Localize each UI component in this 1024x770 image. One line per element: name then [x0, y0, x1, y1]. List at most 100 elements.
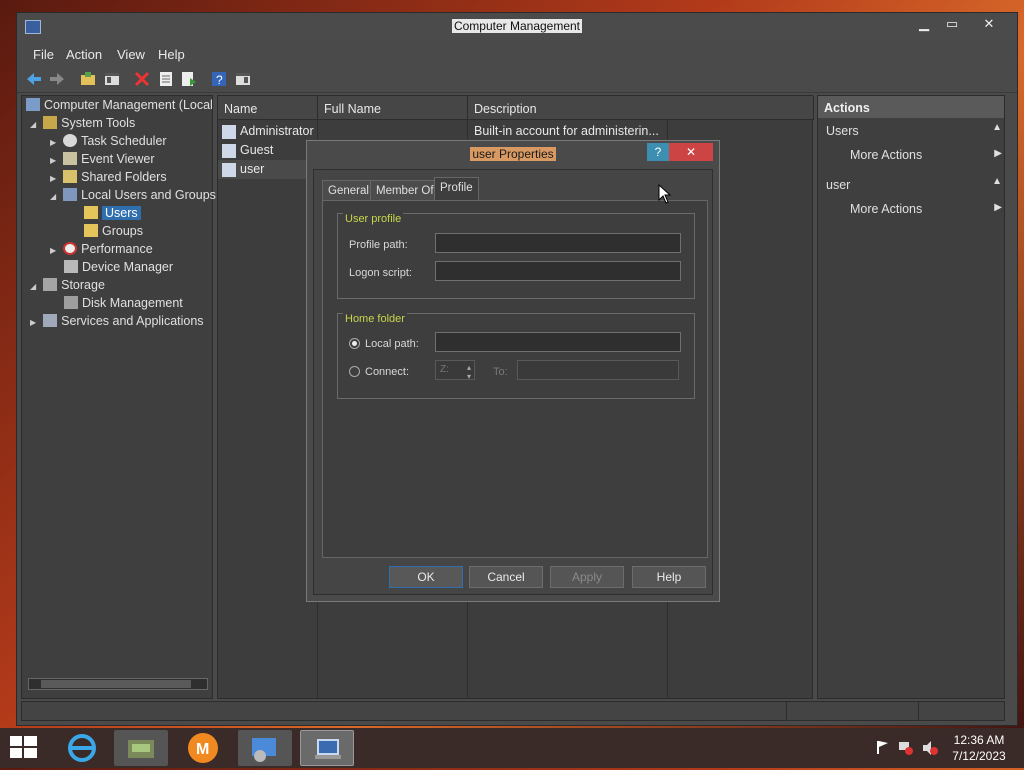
logon-script-label: Logon script:: [349, 267, 412, 279]
svg-text:?: ?: [216, 73, 223, 87]
tree-item-users[interactable]: Users: [84, 206, 152, 224]
scroll-thumb[interactable]: [41, 680, 191, 688]
menu-action[interactable]: Action: [66, 47, 102, 62]
volume-muted-icon[interactable]: [922, 740, 938, 759]
show-hide-action-pane-icon[interactable]: [234, 70, 252, 88]
tree-item-local-users-groups[interactable]: ◢ Local Users and Groups: [50, 188, 216, 206]
collapsed-arrow-icon[interactable]: ▶: [50, 246, 56, 255]
storage-icon: [43, 278, 58, 291]
dialog-close-button[interactable]: ✕: [669, 143, 713, 161]
collapsed-arrow-icon[interactable]: ▶: [50, 156, 56, 165]
clock-time: 12:36 AM: [953, 733, 1005, 747]
logon-script-input[interactable]: [435, 261, 681, 281]
folder-icon: [84, 224, 98, 237]
toolbar: ?: [17, 67, 1017, 93]
actions-section-user[interactable]: user ▲: [826, 176, 1002, 192]
taskbar: M 12:36 AM 7/12/2023: [0, 728, 1024, 768]
list-row-administrator[interactable]: Administrator Built-in account for admin…: [218, 122, 668, 141]
tree-item-system-tools[interactable]: ◢ System Tools: [30, 116, 135, 134]
tab-member-of[interactable]: Member Of: [370, 180, 440, 200]
svg-text:M: M: [196, 741, 209, 758]
expanded-arrow-icon[interactable]: ◢: [30, 120, 36, 129]
maximize-button[interactable]: ▭: [939, 15, 965, 33]
local-path-radio[interactable]: [349, 338, 360, 349]
minimize-button[interactable]: ▁: [911, 15, 937, 33]
user-properties-dialog: user Properties ? ✕ General Member Of Pr…: [306, 140, 720, 602]
device-manager-icon: [64, 260, 78, 273]
title-bar[interactable]: Computer Management ▁ ▭ ✕: [17, 13, 1017, 41]
collapsed-arrow-icon[interactable]: ▶: [50, 138, 56, 147]
dialog-help-button[interactable]: ?: [647, 143, 669, 161]
cancel-button[interactable]: Cancel: [469, 566, 543, 588]
shared-folder-icon: [63, 170, 78, 183]
folder-icon: [84, 206, 98, 219]
clock-icon: [63, 134, 78, 147]
expanded-arrow-icon[interactable]: ◢: [30, 282, 36, 291]
system-clock[interactable]: 12:36 AM 7/12/2023: [946, 732, 1012, 764]
services-icon: [43, 314, 58, 327]
connect-to-input[interactable]: [517, 360, 679, 380]
column-header-description[interactable]: Description: [468, 96, 814, 120]
column-header-name[interactable]: Name: [218, 96, 318, 120]
ok-button[interactable]: OK: [389, 566, 463, 588]
tools-icon: [43, 116, 58, 129]
more-actions-users[interactable]: More Actions ▶: [850, 148, 1002, 162]
apply-button[interactable]: Apply: [550, 566, 624, 588]
connect-radio[interactable]: [349, 366, 360, 377]
start-windows-icon[interactable]: [10, 736, 38, 763]
tree-item-disk-management[interactable]: Disk Management: [64, 296, 183, 314]
back-icon[interactable]: [25, 70, 43, 88]
control-panel-icon[interactable]: [238, 730, 292, 766]
properties-icon[interactable]: [157, 70, 175, 88]
user-profile-legend: User profile: [343, 213, 404, 225]
tree-item-device-manager[interactable]: Device Manager: [64, 260, 173, 278]
help-button[interactable]: Help: [632, 566, 706, 588]
computer-management-taskbar-icon[interactable]: [300, 730, 354, 766]
tree-horizontal-scrollbar[interactable]: [28, 678, 208, 690]
collapse-arrow-icon[interactable]: ▲: [992, 122, 1002, 133]
tree-item-performance[interactable]: ▶ Performance: [50, 242, 153, 260]
tree-item-storage[interactable]: ◢ Storage: [30, 278, 105, 296]
users-group-icon: [63, 188, 78, 201]
console-tree: Computer Management (Local ◢ System Tool…: [21, 95, 216, 699]
show-hide-tree-icon[interactable]: [103, 70, 121, 88]
tab-general[interactable]: General: [322, 180, 375, 200]
tree-item-event-viewer[interactable]: ▶ Event Viewer: [50, 152, 155, 170]
menu-file[interactable]: File: [33, 47, 54, 62]
profile-path-input[interactable]: [435, 233, 681, 253]
performance-icon: [63, 242, 78, 255]
menu-view[interactable]: View: [117, 47, 145, 62]
close-button[interactable]: ✕: [967, 15, 1011, 33]
user-icon: [222, 163, 236, 177]
drive-letter-select[interactable]: Z: ▴ ▾: [435, 360, 475, 381]
collapsed-arrow-icon[interactable]: ▶: [30, 318, 36, 327]
action-center-flag-icon[interactable]: [876, 740, 890, 757]
export-list-icon[interactable]: [180, 70, 198, 88]
delete-icon[interactable]: [133, 70, 151, 88]
spinner-arrows-icon[interactable]: ▴ ▾: [467, 363, 471, 381]
tree-item-groups[interactable]: Groups: [84, 224, 143, 242]
forward-icon[interactable]: [48, 70, 66, 88]
tree-item-services-applications[interactable]: ▶ Services and Applications: [30, 314, 204, 332]
help-icon[interactable]: ?: [210, 70, 228, 88]
actions-header: Actions: [818, 96, 1004, 118]
server-manager-icon[interactable]: [114, 730, 168, 766]
column-header-full-name[interactable]: Full Name: [318, 96, 468, 120]
internet-explorer-icon[interactable]: [56, 730, 110, 766]
menu-help[interactable]: Help: [158, 47, 185, 62]
tree-item-task-scheduler[interactable]: ▶ Task Scheduler: [50, 134, 167, 152]
to-label: To:: [493, 366, 508, 378]
more-actions-user[interactable]: More Actions ▶: [850, 202, 1002, 216]
mouse-cursor-icon: [658, 183, 672, 207]
tree-item-computer-management[interactable]: Computer Management (Local: [26, 98, 213, 116]
collapsed-arrow-icon[interactable]: ▶: [50, 174, 56, 183]
network-disconnected-icon[interactable]: [898, 740, 914, 759]
tab-profile[interactable]: Profile: [434, 177, 479, 200]
actions-section-users[interactable]: Users ▲: [826, 122, 1002, 138]
tree-item-shared-folders[interactable]: ▶ Shared Folders: [50, 170, 167, 188]
collapse-arrow-icon[interactable]: ▲: [992, 176, 1002, 187]
m-app-icon[interactable]: M: [176, 730, 230, 766]
up-folder-icon[interactable]: [79, 70, 97, 88]
local-path-input[interactable]: [435, 332, 681, 352]
expanded-arrow-icon[interactable]: ◢: [50, 192, 56, 201]
